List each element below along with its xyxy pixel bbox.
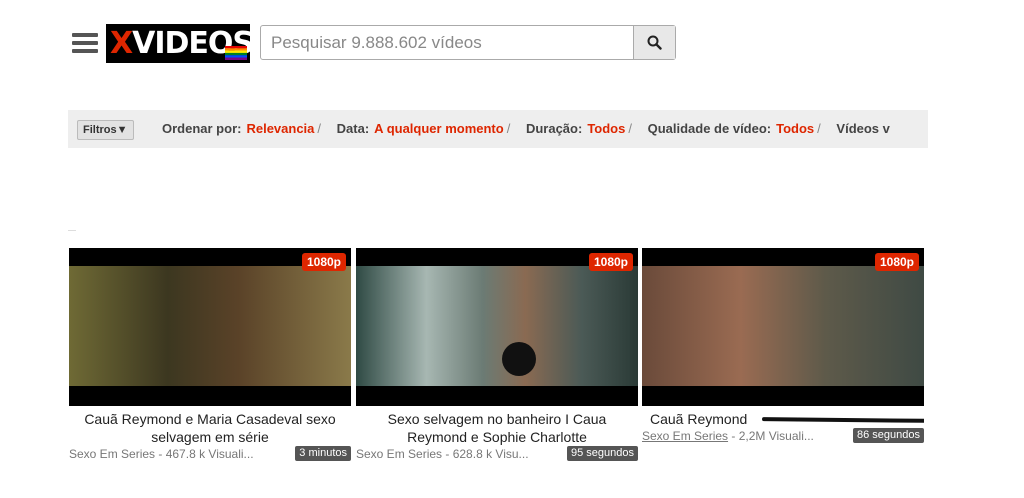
filter-videos[interactable]: Vídeos v bbox=[836, 121, 889, 136]
filter-sort-label: Ordenar por: bbox=[162, 121, 242, 136]
redaction-scribble bbox=[761, 417, 924, 423]
filters-button[interactable]: Filtros▼ bbox=[77, 120, 134, 140]
duration-badge: 95 segundos bbox=[567, 446, 638, 461]
filter-date-value: A qualquer momento bbox=[374, 121, 504, 136]
channel-link[interactable]: Sexo Em Series bbox=[356, 447, 442, 461]
quality-badge: 1080p bbox=[874, 253, 919, 271]
thumbnail-image bbox=[356, 266, 638, 386]
video-meta: Sexo Em Series - 2,2M Visuali... 86 segu… bbox=[642, 428, 924, 444]
video-meta: Sexo Em Series - 467.8 k Visuali... 3 mi… bbox=[69, 446, 351, 462]
search-input[interactable] bbox=[261, 26, 635, 59]
filter-quality-value: Todos bbox=[776, 121, 815, 136]
filter-options: Ordenar por: Relevancia / Data: A qualquer … bbox=[162, 121, 902, 136]
video-card: 1080p Cauã Reymond Sexo Em Series - 2,2M… bbox=[642, 248, 924, 444]
filter-quality[interactable]: Qualidade de vídeo: Todos / bbox=[648, 121, 821, 136]
filter-quality-label: Qualidade de vídeo: bbox=[647, 121, 772, 136]
filter-duration[interactable]: Duração: Todos / bbox=[526, 121, 632, 136]
filter-date[interactable]: Data: A qualquer momento / bbox=[337, 121, 511, 136]
thumbnail-image bbox=[642, 266, 924, 386]
view-count: - 628.8 k Visu... bbox=[442, 447, 529, 461]
filter-sort[interactable]: Ordenar por: Relevancia / bbox=[162, 121, 321, 136]
video-title[interactable]: Sexo selvagem no banheiro I Caua Reymond… bbox=[356, 410, 638, 446]
quality-badge: 1080p bbox=[301, 253, 346, 271]
video-thumbnail[interactable]: 1080p bbox=[642, 248, 924, 406]
search-box bbox=[260, 25, 676, 60]
thumbnail-image bbox=[69, 266, 351, 386]
divider bbox=[68, 230, 76, 231]
channel-link[interactable]: Sexo Em Series bbox=[642, 429, 728, 443]
video-title-text: Cauã Reymond bbox=[650, 411, 748, 427]
view-count: - 2,2M Visuali... bbox=[728, 429, 814, 443]
view-count: - 467.8 k Visuali... bbox=[155, 447, 254, 461]
video-thumbnail[interactable]: 1080p bbox=[69, 248, 351, 406]
video-title[interactable]: Cauã Reymond e Maria Casadeval sexo selv… bbox=[69, 410, 351, 446]
filter-duration-label: Duração: bbox=[525, 121, 583, 136]
censor-dot bbox=[502, 342, 536, 376]
duration-badge: 86 segundos bbox=[853, 428, 924, 443]
duration-badge: 3 minutos bbox=[295, 446, 351, 461]
menu-icon[interactable] bbox=[72, 33, 98, 53]
video-title[interactable]: Cauã Reymond bbox=[650, 410, 924, 428]
search-icon bbox=[647, 35, 662, 50]
filter-date-label: Data: bbox=[336, 121, 370, 136]
rainbow-flag-icon bbox=[225, 46, 247, 60]
channel-link[interactable]: Sexo Em Series bbox=[69, 447, 155, 461]
site-logo[interactable]: XVIDEOS bbox=[106, 24, 250, 63]
filter-sort-value: Relevancia bbox=[246, 121, 315, 136]
filter-bar: Filtros▼ Ordenar por: Relevancia / Data: A … bbox=[68, 110, 928, 148]
filter-videos-label: Vídeos v bbox=[836, 121, 890, 136]
video-card: 1080p Sexo selvagem no banheiro I Caua R… bbox=[356, 248, 638, 462]
search-button[interactable] bbox=[633, 26, 675, 59]
video-thumbnail[interactable]: 1080p bbox=[356, 248, 638, 406]
filter-duration-value: Todos bbox=[587, 121, 626, 136]
quality-badge: 1080p bbox=[588, 253, 633, 271]
video-meta: Sexo Em Series - 628.8 k Visu... 95 segu… bbox=[356, 446, 638, 462]
video-card: 1080p Cauã Reymond e Maria Casadeval sex… bbox=[69, 248, 351, 462]
